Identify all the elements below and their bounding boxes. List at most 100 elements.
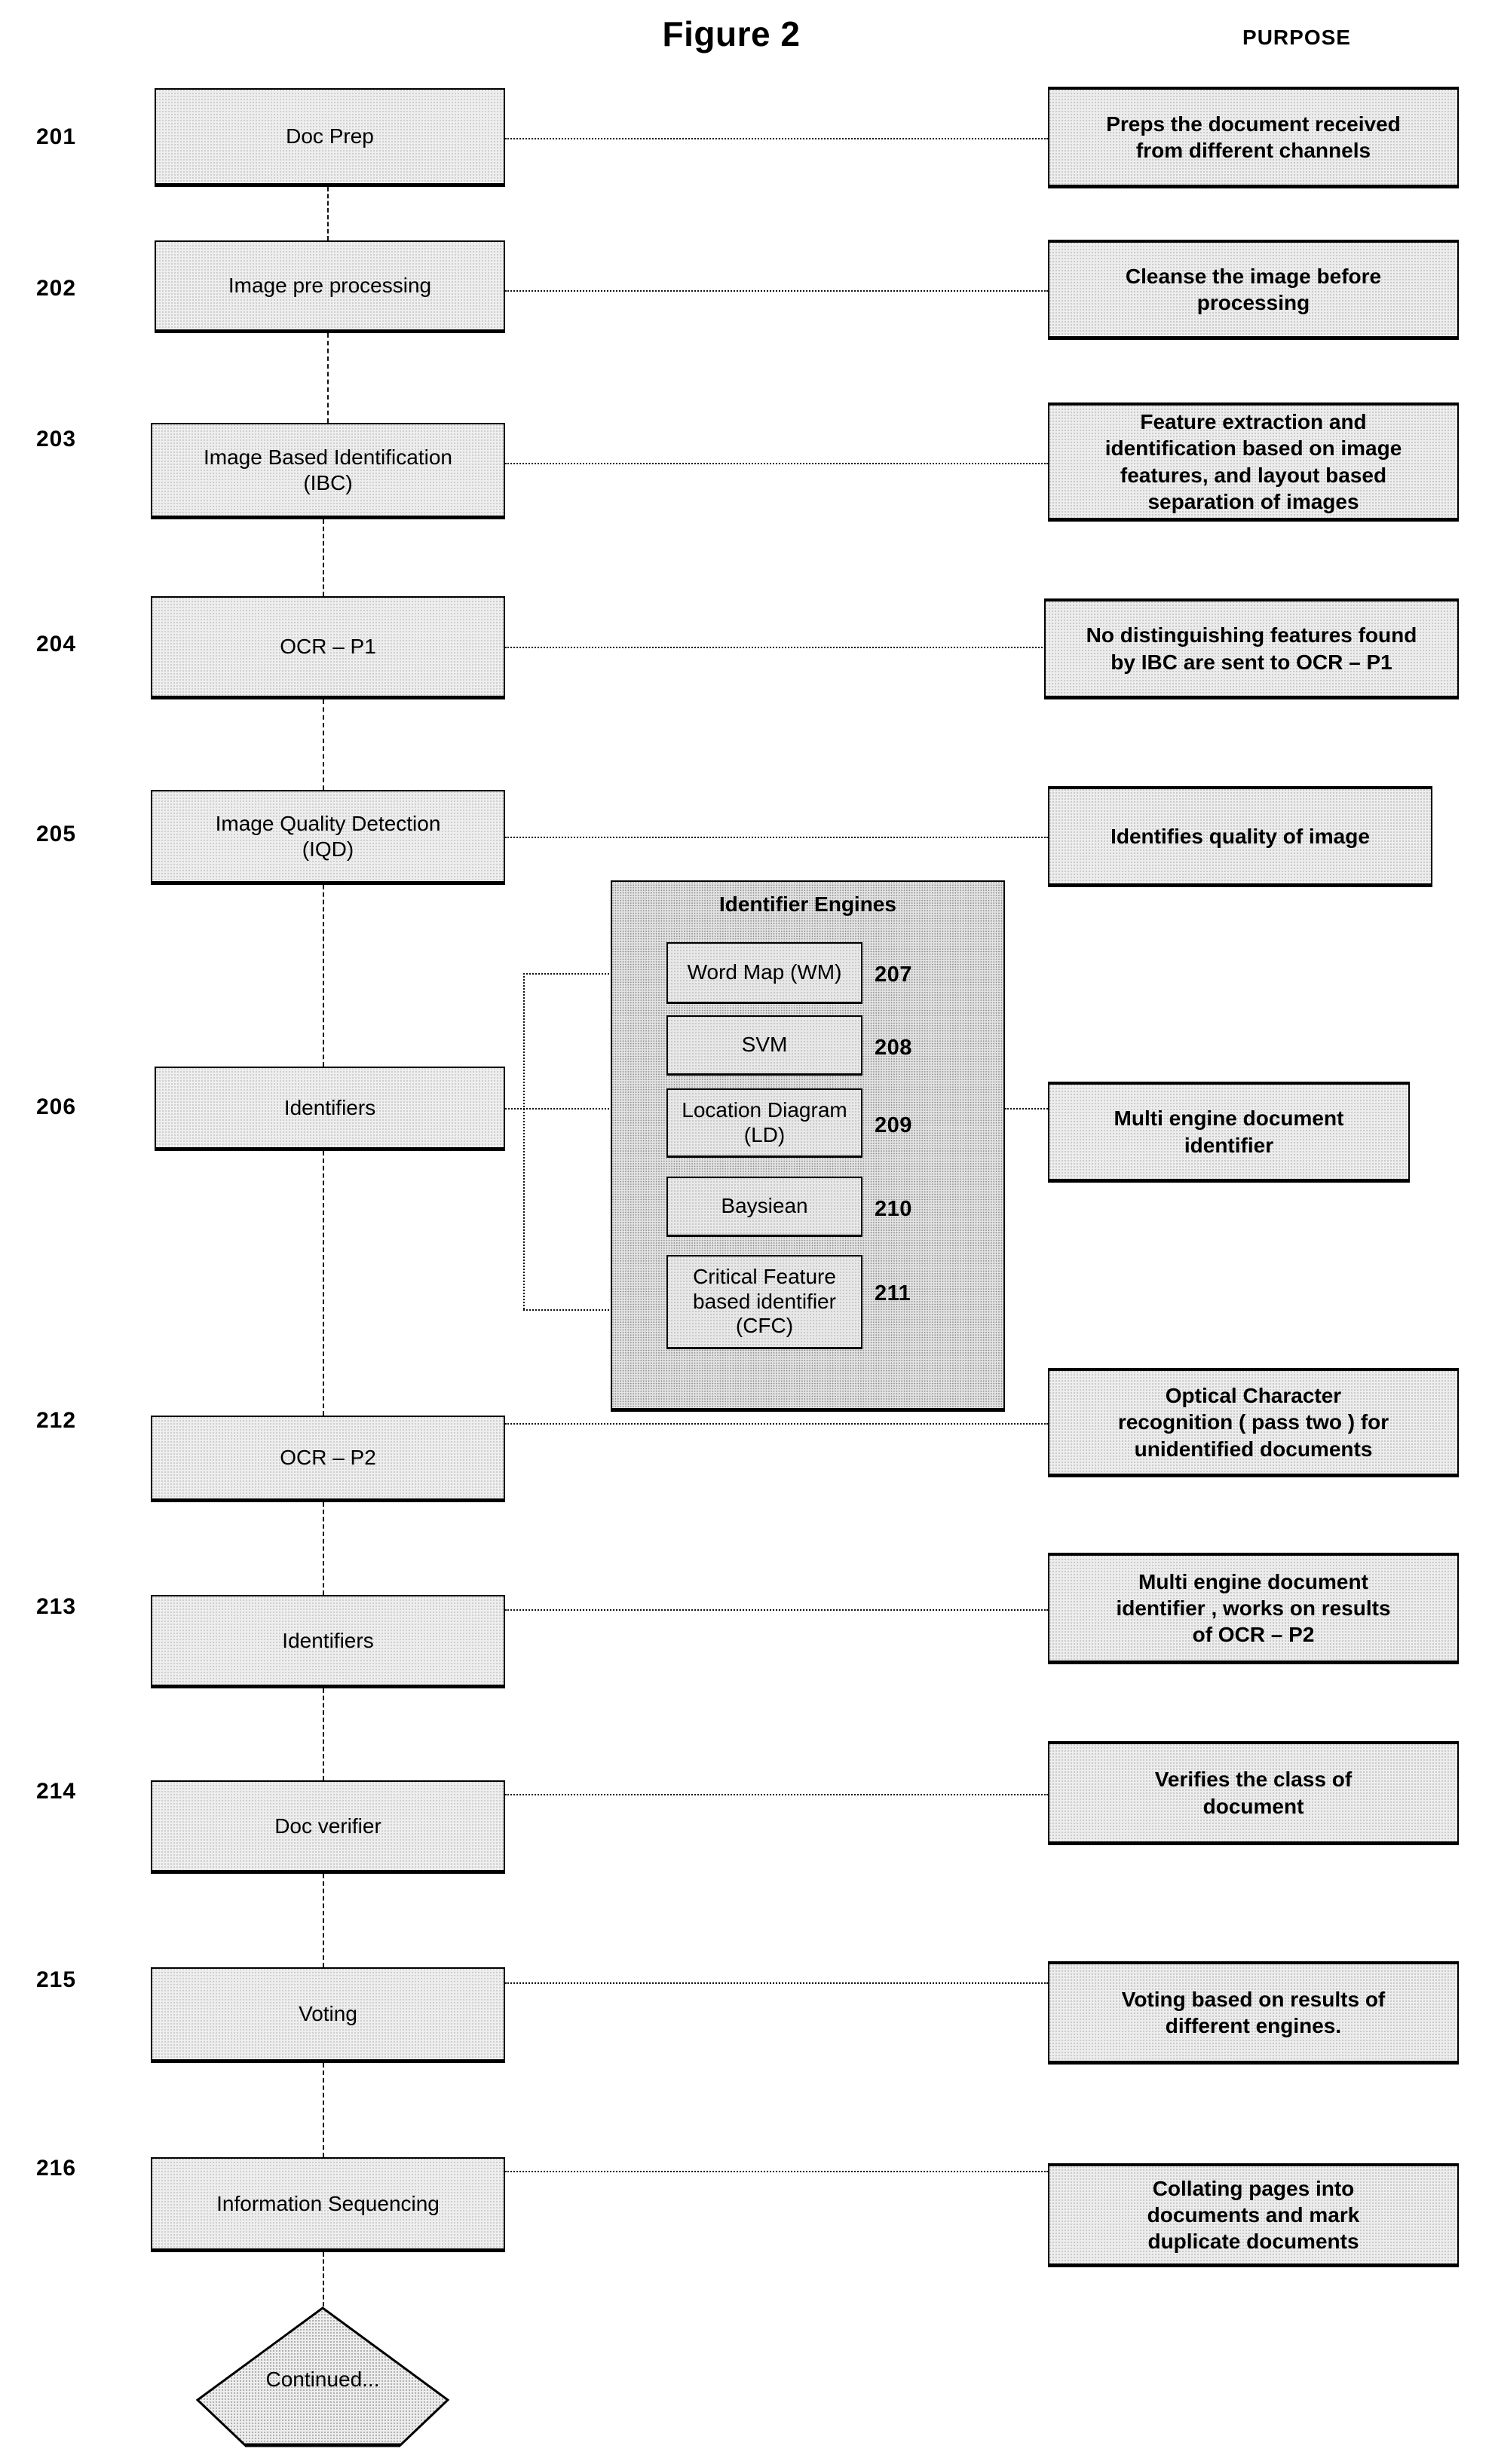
leader-line-216 bbox=[505, 2171, 1048, 2172]
engine-box-critical-feature[interactable]: Critical Feature based identifier (CFC) bbox=[666, 1255, 862, 1349]
step-number-203: 203 bbox=[36, 427, 77, 451]
process-box-doc-prep[interactable]: Doc Prep bbox=[155, 88, 505, 187]
process-box-label: Doc Prep bbox=[286, 124, 374, 148]
leader-line-202 bbox=[505, 290, 1048, 292]
engine-number-211: 211 bbox=[875, 1281, 911, 1305]
process-box-information-sequencing[interactable]: Information Sequencing bbox=[151, 2157, 505, 2252]
step-number-201: 201 bbox=[36, 124, 77, 149]
purpose-box-206: Multi engine document identifier bbox=[1048, 1082, 1410, 1183]
process-box-label: OCR – P2 bbox=[280, 1446, 376, 1470]
step-number-215: 215 bbox=[36, 1967, 77, 1992]
purpose-box-text: Multi engine document identifier , works… bbox=[1116, 1569, 1391, 1647]
process-box-identifiers-213[interactable]: Identifiers bbox=[151, 1595, 505, 1688]
leader-line-214 bbox=[505, 1794, 1048, 1795]
process-box-label: OCR – P1 bbox=[280, 635, 376, 659]
step-number-204: 204 bbox=[36, 632, 77, 657]
flow-connector-204-205 bbox=[323, 699, 324, 790]
flow-connector-212-213 bbox=[323, 1502, 324, 1595]
process-box-image-based-identification[interactable]: Image Based Identification (IBC) bbox=[151, 423, 505, 519]
engine-bracket-trunk bbox=[505, 1108, 618, 1110]
step-number-205: 205 bbox=[36, 822, 77, 846]
process-box-voting[interactable]: Voting bbox=[151, 1967, 505, 2063]
purpose-box-text: Verifies the class of document bbox=[1154, 1768, 1353, 1818]
continued-terminator[interactable]: Continued... bbox=[195, 2305, 451, 2448]
leader-line-201 bbox=[505, 138, 1048, 139]
purpose-box-201: Preps the document received from differe… bbox=[1048, 87, 1459, 188]
leader-line-205 bbox=[505, 837, 1048, 838]
purpose-box-text: No distinguishing features found by IBC … bbox=[1086, 623, 1417, 674]
engine-box-svm[interactable]: SVM bbox=[666, 1015, 862, 1076]
engine-bracket-outer bbox=[523, 973, 525, 1309]
process-box-ocr-p1[interactable]: OCR – P1 bbox=[151, 596, 505, 699]
process-box-label: Voting bbox=[299, 2002, 357, 2026]
leader-line-203 bbox=[505, 463, 1048, 464]
engine-number-207: 207 bbox=[875, 963, 912, 987]
engine-box-baysiean[interactable]: Baysiean bbox=[666, 1177, 862, 1237]
process-box-label: Doc verifier bbox=[274, 1814, 381, 1838]
step-number-216: 216 bbox=[36, 2156, 77, 2181]
step-number-212: 212 bbox=[36, 1408, 77, 1433]
process-box-label: Information Sequencing bbox=[216, 2191, 440, 2215]
purpose-box-202: Cleanse the image before processing bbox=[1048, 240, 1459, 340]
process-box-label: Image Quality Detection (IQD) bbox=[215, 812, 441, 861]
engine-box-label: Word Map (WM) bbox=[687, 960, 842, 984]
leader-line-215 bbox=[505, 1982, 1048, 1984]
purpose-box-203: Feature extraction and identification ba… bbox=[1048, 403, 1459, 522]
step-number-206: 206 bbox=[36, 1094, 77, 1119]
leader-line-213 bbox=[505, 1609, 1048, 1611]
flow-connector-201-202 bbox=[327, 187, 329, 240]
purpose-box-text: Identifies quality of image bbox=[1111, 824, 1370, 848]
purpose-box-text: Feature extraction and identification ba… bbox=[1104, 409, 1402, 513]
engine-number-209: 209 bbox=[875, 1113, 912, 1137]
step-number-202: 202 bbox=[36, 276, 77, 301]
purpose-box-214: Verifies the class of document bbox=[1048, 1741, 1459, 1845]
flow-connector-203-204 bbox=[323, 519, 324, 596]
purpose-box-205: Identifies quality of image bbox=[1048, 786, 1432, 887]
identifier-engines-title: Identifier Engines bbox=[719, 892, 896, 916]
purpose-box-text: Optical Character recognition ( pass two… bbox=[1117, 1384, 1389, 1461]
step-number-213: 213 bbox=[36, 1594, 77, 1619]
engine-box-label: Critical Feature based identifier (CFC) bbox=[693, 1265, 836, 1338]
purpose-box-text: Cleanse the image before processing bbox=[1125, 264, 1382, 314]
process-box-image-pre-processing[interactable]: Image pre processing bbox=[155, 240, 505, 333]
figure-page: Figure 2 PURPOSE 201 202 203 204 205 206… bbox=[0, 0, 1495, 2464]
pentagon-shape bbox=[195, 2306, 450, 2447]
engine-box-label: SVM bbox=[741, 1033, 788, 1057]
page-title: Figure 2 bbox=[662, 14, 801, 54]
process-box-ocr-p2[interactable]: OCR – P2 bbox=[151, 1416, 505, 1502]
process-box-label: Identifiers bbox=[282, 1628, 374, 1652]
engine-number-208: 208 bbox=[875, 1036, 912, 1060]
process-box-doc-verifier[interactable]: Doc verifier bbox=[151, 1780, 505, 1874]
leader-line-212 bbox=[505, 1423, 1048, 1425]
purpose-box-text: Multi engine document identifier bbox=[1114, 1107, 1344, 1157]
purpose-box-212: Optical Character recognition ( pass two… bbox=[1048, 1368, 1459, 1477]
process-box-image-quality-detection[interactable]: Image Quality Detection (IQD) bbox=[151, 790, 505, 885]
engine-box-label: Baysiean bbox=[721, 1194, 808, 1218]
purpose-box-213: Multi engine document identifier , works… bbox=[1048, 1553, 1459, 1664]
flow-connector-214-215 bbox=[323, 1874, 324, 1967]
flow-connector-216-continued bbox=[323, 2252, 324, 2306]
flow-connector-215-216 bbox=[323, 2063, 324, 2157]
purpose-column-header: PURPOSE bbox=[1242, 26, 1351, 49]
purpose-box-text: Preps the document received from differe… bbox=[1106, 112, 1401, 162]
leader-line-206 bbox=[1005, 1108, 1048, 1110]
flow-connector-206-212 bbox=[323, 1151, 324, 1416]
purpose-box-204: No distinguishing features found by IBC … bbox=[1044, 598, 1459, 699]
purpose-box-215: Voting based on results of different eng… bbox=[1048, 1961, 1459, 2065]
purpose-box-text: Collating pages into documents and mark … bbox=[1147, 2176, 1360, 2254]
engine-box-word-map[interactable]: Word Map (WM) bbox=[666, 942, 862, 1004]
flow-connector-213-214 bbox=[323, 1688, 324, 1780]
engine-box-label: Location Diagram (LD) bbox=[682, 1098, 847, 1146]
step-number-214: 214 bbox=[36, 1779, 77, 1804]
process-box-label: Image pre processing bbox=[228, 274, 432, 298]
leader-line-204 bbox=[505, 647, 1048, 648]
engine-number-210: 210 bbox=[875, 1197, 912, 1221]
engine-box-location-diagram[interactable]: Location Diagram (LD) bbox=[666, 1088, 862, 1158]
flow-connector-205-206 bbox=[323, 885, 324, 1067]
purpose-box-216: Collating pages into documents and mark … bbox=[1048, 2163, 1459, 2267]
process-box-label: Identifiers bbox=[283, 1095, 376, 1119]
flow-connector-202-203 bbox=[327, 333, 329, 423]
purpose-box-text: Voting based on results of different eng… bbox=[1121, 1987, 1386, 2037]
process-box-identifiers-206[interactable]: Identifiers bbox=[155, 1067, 505, 1151]
process-box-label: Image Based Identification (IBC) bbox=[204, 445, 452, 494]
